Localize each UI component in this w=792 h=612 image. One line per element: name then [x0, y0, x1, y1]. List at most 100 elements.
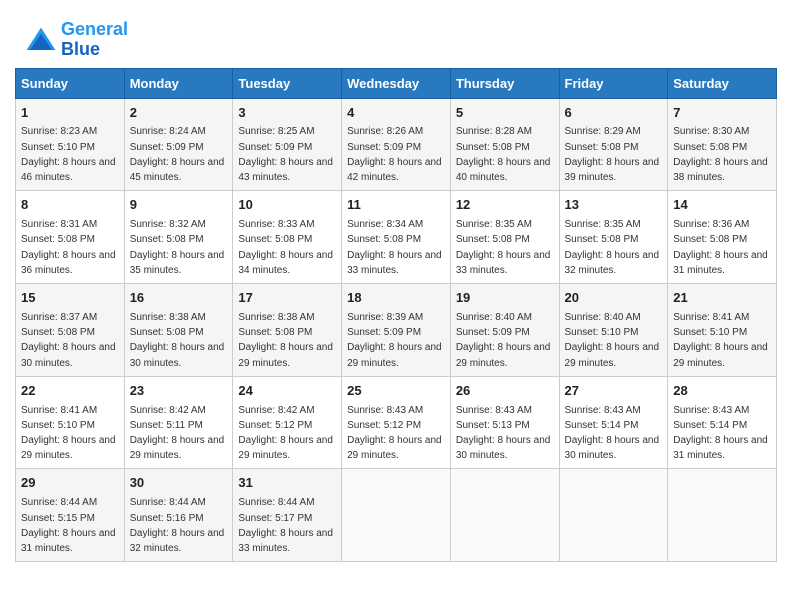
- day-info: Sunrise: 8:43 AMSunset: 5:14 PMDaylight:…: [565, 405, 660, 462]
- day-number: 10: [238, 196, 336, 215]
- day-number: 15: [21, 289, 119, 308]
- day-info: Sunrise: 8:39 AMSunset: 5:09 PMDaylight:…: [347, 312, 442, 369]
- weekday-header-cell: Thursday: [450, 68, 559, 98]
- calendar-day-cell: 9Sunrise: 8:32 AMSunset: 5:08 PMDaylight…: [124, 191, 233, 284]
- day-info: Sunrise: 8:43 AMSunset: 5:14 PMDaylight:…: [673, 405, 768, 462]
- calendar-week-row: 15 Sunrise: 8:37 AMSunset: 5:08 PMDayligh…: [16, 284, 777, 377]
- day-info: Sunrise: 8:40 AMSunset: 5:09 PMDaylight:…: [456, 312, 551, 369]
- day-info: Sunrise: 8:34 AMSunset: 5:08 PMDaylight:…: [347, 219, 442, 276]
- calendar-day-cell: 25Sunrise: 8:43 AMSunset: 5:12 PMDayligh…: [342, 376, 451, 469]
- calendar-day-cell: 20 Sunrise: 8:40 AMSunset: 5:10 PMDayligh…: [559, 284, 668, 377]
- day-number: 12: [456, 196, 554, 215]
- day-number: 16: [130, 289, 228, 308]
- day-number: 8: [21, 196, 119, 215]
- day-info: Sunrise: 8:41 AMSunset: 5:10 PMDaylight:…: [673, 312, 768, 369]
- calendar-day-cell: 31Sunrise: 8:44 AMSunset: 5:17 PMDayligh…: [233, 469, 342, 562]
- day-number: 11: [347, 196, 445, 215]
- day-info: Sunrise: 8:43 AMSunset: 5:13 PMDaylight:…: [456, 405, 551, 462]
- calendar-day-cell: 14 Sunrise: 8:36 AMSunset: 5:08 PMDayligh…: [668, 191, 777, 284]
- day-info: Sunrise: 8:23 AMSunset: 5:10 PMDaylight:…: [21, 126, 116, 183]
- calendar-day-cell: [450, 469, 559, 562]
- day-info: Sunrise: 8:26 AMSunset: 5:09 PMDaylight:…: [347, 126, 442, 183]
- day-number: 28: [673, 382, 771, 401]
- day-number: 29: [21, 474, 119, 493]
- day-number: 27: [565, 382, 663, 401]
- day-info: Sunrise: 8:33 AMSunset: 5:08 PMDaylight:…: [238, 219, 333, 276]
- calendar-day-cell: 4Sunrise: 8:26 AMSunset: 5:09 PMDaylight…: [342, 98, 451, 191]
- day-number: 30: [130, 474, 228, 493]
- calendar-day-cell: 15 Sunrise: 8:37 AMSunset: 5:08 PMDayligh…: [16, 284, 125, 377]
- day-info: Sunrise: 8:31 AMSunset: 5:08 PMDaylight:…: [21, 219, 116, 276]
- calendar-week-row: 22Sunrise: 8:41 AMSunset: 5:10 PMDayligh…: [16, 376, 777, 469]
- day-info: Sunrise: 8:30 AMSunset: 5:08 PMDaylight:…: [673, 126, 768, 183]
- day-number: 9: [130, 196, 228, 215]
- weekday-header-cell: Wednesday: [342, 68, 451, 98]
- calendar-day-cell: 2 Sunrise: 8:24 AMSunset: 5:09 PMDaylight…: [124, 98, 233, 191]
- day-info: Sunrise: 8:41 AMSunset: 5:10 PMDaylight:…: [21, 405, 116, 462]
- calendar-day-cell: 10 Sunrise: 8:33 AMSunset: 5:08 PMDayligh…: [233, 191, 342, 284]
- day-info: Sunrise: 8:40 AMSunset: 5:10 PMDaylight:…: [565, 312, 660, 369]
- calendar-body: 1Sunrise: 8:23 AMSunset: 5:10 PMDaylight…: [16, 98, 777, 562]
- calendar-table: SundayMondayTuesdayWednesdayThursdayFrid…: [15, 68, 777, 563]
- calendar-day-cell: 18 Sunrise: 8:39 AMSunset: 5:09 PMDayligh…: [342, 284, 451, 377]
- day-info: Sunrise: 8:44 AMSunset: 5:17 PMDaylight:…: [238, 497, 333, 554]
- day-info: Sunrise: 8:37 AMSunset: 5:08 PMDaylight:…: [21, 312, 116, 369]
- day-info: Sunrise: 8:38 AMSunset: 5:08 PMDaylight:…: [130, 312, 225, 369]
- day-info: Sunrise: 8:42 AMSunset: 5:12 PMDaylight:…: [238, 405, 333, 462]
- calendar-day-cell: 21 Sunrise: 8:41 AMSunset: 5:10 PMDayligh…: [668, 284, 777, 377]
- day-info: Sunrise: 8:42 AMSunset: 5:11 PMDaylight:…: [130, 405, 225, 462]
- weekday-header-cell: Saturday: [668, 68, 777, 98]
- weekday-header-cell: Sunday: [16, 68, 125, 98]
- calendar-week-row: 1Sunrise: 8:23 AMSunset: 5:10 PMDaylight…: [16, 98, 777, 191]
- logo-text: General Blue: [61, 20, 128, 60]
- day-info: Sunrise: 8:35 AMSunset: 5:08 PMDaylight:…: [456, 219, 551, 276]
- day-number: 20: [565, 289, 663, 308]
- calendar-week-row: 29 Sunrise: 8:44 AMSunset: 5:15 PMDayligh…: [16, 469, 777, 562]
- calendar-day-cell: 19 Sunrise: 8:40 AMSunset: 5:09 PMDayligh…: [450, 284, 559, 377]
- day-number: 6: [565, 104, 663, 123]
- calendar-day-cell: 23 Sunrise: 8:42 AMSunset: 5:11 PMDayligh…: [124, 376, 233, 469]
- weekday-header-row: SundayMondayTuesdayWednesdayThursdayFrid…: [16, 68, 777, 98]
- day-number: 13: [565, 196, 663, 215]
- calendar-day-cell: 3Sunrise: 8:25 AMSunset: 5:09 PMDaylight…: [233, 98, 342, 191]
- calendar-day-cell: 27 Sunrise: 8:43 AMSunset: 5:14 PMDayligh…: [559, 376, 668, 469]
- day-info: Sunrise: 8:43 AMSunset: 5:12 PMDaylight:…: [347, 405, 442, 462]
- calendar-day-cell: [342, 469, 451, 562]
- calendar-day-cell: 24 Sunrise: 8:42 AMSunset: 5:12 PMDayligh…: [233, 376, 342, 469]
- day-number: 18: [347, 289, 445, 308]
- logo: General Blue: [25, 20, 128, 60]
- calendar-day-cell: 30 Sunrise: 8:44 AMSunset: 5:16 PMDayligh…: [124, 469, 233, 562]
- day-info: Sunrise: 8:38 AMSunset: 5:08 PMDaylight:…: [238, 312, 333, 369]
- day-info: Sunrise: 8:36 AMSunset: 5:08 PMDaylight:…: [673, 219, 768, 276]
- day-number: 26: [456, 382, 554, 401]
- day-number: 17: [238, 289, 336, 308]
- calendar-day-cell: [668, 469, 777, 562]
- day-info: Sunrise: 8:24 AMSunset: 5:09 PMDaylight:…: [130, 126, 225, 183]
- calendar-day-cell: 1Sunrise: 8:23 AMSunset: 5:10 PMDaylight…: [16, 98, 125, 191]
- calendar-day-cell: 7Sunrise: 8:30 AMSunset: 5:08 PMDaylight…: [668, 98, 777, 191]
- day-info: Sunrise: 8:28 AMSunset: 5:08 PMDaylight:…: [456, 126, 551, 183]
- day-info: Sunrise: 8:25 AMSunset: 5:09 PMDaylight:…: [238, 126, 333, 183]
- page-header: General Blue: [10, 10, 782, 68]
- day-number: 23: [130, 382, 228, 401]
- day-info: Sunrise: 8:44 AMSunset: 5:16 PMDaylight:…: [130, 497, 225, 554]
- weekday-header-cell: Monday: [124, 68, 233, 98]
- day-info: Sunrise: 8:35 AMSunset: 5:08 PMDaylight:…: [565, 219, 660, 276]
- calendar-day-cell: 5 Sunrise: 8:28 AMSunset: 5:08 PMDaylight…: [450, 98, 559, 191]
- calendar-day-cell: 29 Sunrise: 8:44 AMSunset: 5:15 PMDayligh…: [16, 469, 125, 562]
- calendar-day-cell: 11 Sunrise: 8:34 AMSunset: 5:08 PMDayligh…: [342, 191, 451, 284]
- day-number: 2: [130, 104, 228, 123]
- day-number: 21: [673, 289, 771, 308]
- day-number: 14: [673, 196, 771, 215]
- day-number: 19: [456, 289, 554, 308]
- day-info: Sunrise: 8:44 AMSunset: 5:15 PMDaylight:…: [21, 497, 116, 554]
- day-number: 24: [238, 382, 336, 401]
- day-number: 5: [456, 104, 554, 123]
- calendar-day-cell: 26 Sunrise: 8:43 AMSunset: 5:13 PMDayligh…: [450, 376, 559, 469]
- calendar-day-cell: 22Sunrise: 8:41 AMSunset: 5:10 PMDayligh…: [16, 376, 125, 469]
- calendar-week-row: 8 Sunrise: 8:31 AMSunset: 5:08 PMDaylight…: [16, 191, 777, 284]
- calendar-day-cell: 6Sunrise: 8:29 AMSunset: 5:08 PMDaylight…: [559, 98, 668, 191]
- calendar-day-cell: 12 Sunrise: 8:35 AMSunset: 5:08 PMDayligh…: [450, 191, 559, 284]
- calendar-day-cell: 16 Sunrise: 8:38 AMSunset: 5:08 PMDayligh…: [124, 284, 233, 377]
- weekday-header-cell: Friday: [559, 68, 668, 98]
